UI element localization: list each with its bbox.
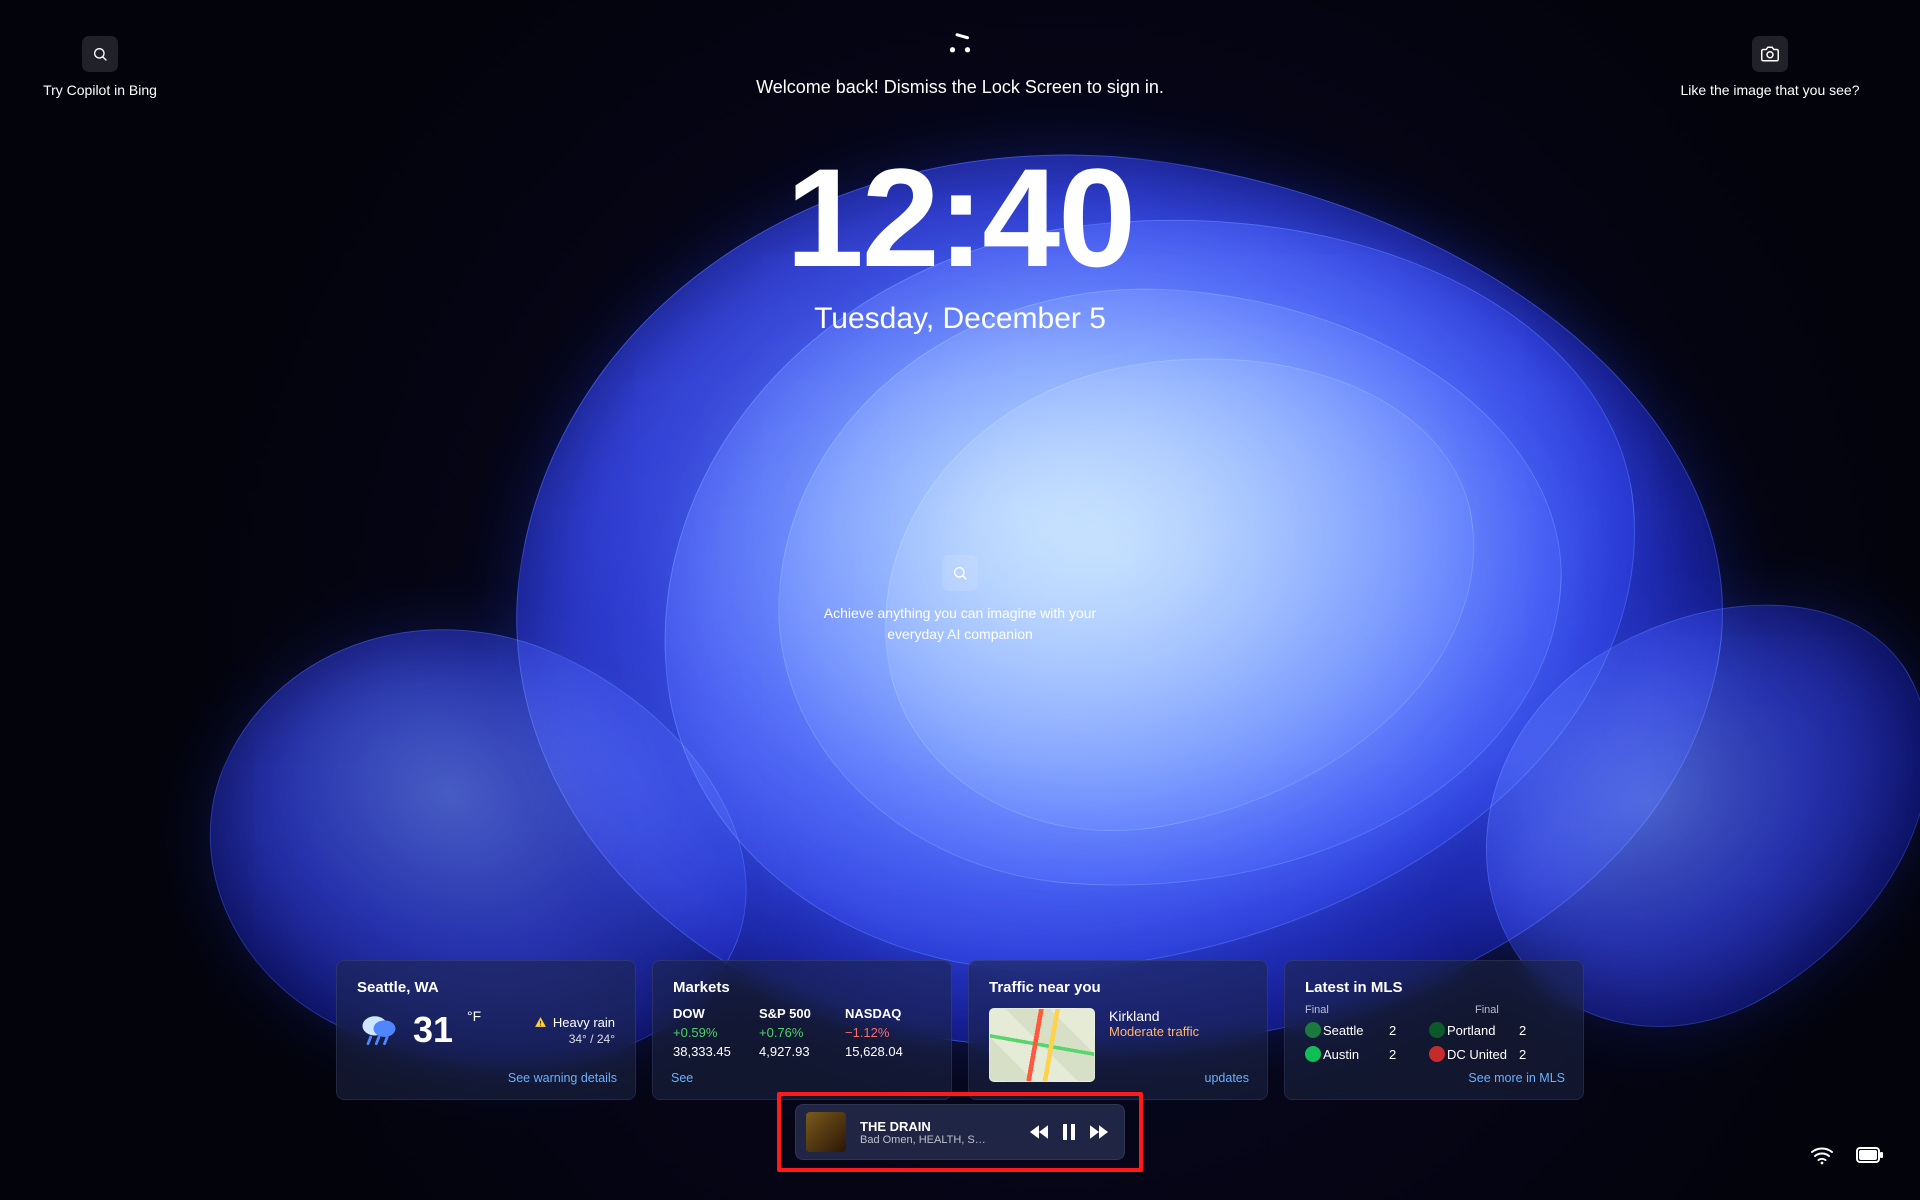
markets-val: 38,333.45 bbox=[673, 1044, 759, 1059]
camera-icon bbox=[1752, 36, 1788, 72]
weather-temp: 31 bbox=[413, 1009, 453, 1051]
team-score: 2 bbox=[1389, 1047, 1403, 1062]
clock-time: 12:40 bbox=[0, 148, 1920, 288]
track-title: THE DRAIN bbox=[860, 1119, 1016, 1134]
center-search[interactable]: Achieve anything you can imagine with yo… bbox=[0, 555, 1920, 645]
pause-button[interactable] bbox=[1062, 1124, 1076, 1140]
weather-details-link[interactable]: See warning details bbox=[508, 1071, 617, 1085]
clock-date: Tuesday, December 5 bbox=[0, 302, 1920, 336]
warning-icon bbox=[534, 1016, 547, 1032]
markets-title: Markets bbox=[673, 979, 931, 996]
traffic-location: Kirkland bbox=[1109, 1008, 1199, 1024]
team-crest-icon bbox=[1305, 1046, 1321, 1062]
mls-final-label: Final bbox=[1305, 1004, 1405, 1016]
weather-location: Seattle, WA bbox=[357, 979, 615, 996]
search-icon bbox=[942, 555, 978, 591]
mls-final-label: Final bbox=[1475, 1004, 1499, 1016]
markets-link[interactable]: See bbox=[671, 1071, 693, 1085]
markets-pct: +0.76% bbox=[759, 1025, 845, 1040]
team-score: 2 bbox=[1389, 1023, 1403, 1038]
next-button[interactable] bbox=[1090, 1125, 1108, 1139]
traffic-map-thumb bbox=[989, 1008, 1095, 1082]
battery-icon[interactable] bbox=[1856, 1147, 1884, 1168]
welcome-text: Welcome back! Dismiss the Lock Screen to… bbox=[0, 77, 1920, 98]
markets-col: NASDAQ bbox=[845, 1006, 931, 1021]
rain-icon bbox=[357, 1008, 401, 1052]
wifi-icon[interactable] bbox=[1810, 1145, 1834, 1170]
traffic-link[interactable]: updates bbox=[1205, 1071, 1249, 1085]
weather-condition: Heavy rain bbox=[553, 1015, 615, 1030]
album-art bbox=[806, 1112, 846, 1152]
mls-card[interactable]: Latest in MLS Final Final Seattle2Portla… bbox=[1284, 960, 1584, 1100]
team-name: DC United bbox=[1447, 1047, 1519, 1062]
markets-val: 4,927.93 bbox=[759, 1044, 845, 1059]
markets-col: DOW bbox=[673, 1006, 759, 1021]
team-name: Austin bbox=[1323, 1047, 1389, 1062]
team-crest-icon bbox=[1429, 1022, 1445, 1038]
markets-col: S&P 500 bbox=[759, 1006, 845, 1021]
previous-button[interactable] bbox=[1030, 1125, 1048, 1139]
wallpaper-feedback[interactable]: Like the image that you see? bbox=[1660, 36, 1880, 98]
traffic-title: Traffic near you bbox=[989, 979, 1247, 996]
media-player[interactable]: THE DRAIN Bad Omen, HEALTH, S… bbox=[795, 1104, 1125, 1160]
team-name: Seattle bbox=[1323, 1023, 1389, 1038]
traffic-card[interactable]: Traffic near you Kirkland Moderate traff… bbox=[968, 960, 1268, 1100]
traffic-status: Moderate traffic bbox=[1109, 1024, 1199, 1039]
team-crest-icon bbox=[1429, 1046, 1445, 1062]
weather-card[interactable]: Seattle, WA 31 °F Heavy rain 34° / 24° bbox=[336, 960, 636, 1100]
team-name: Portland bbox=[1447, 1023, 1519, 1038]
team-crest-icon bbox=[1305, 1022, 1321, 1038]
weather-unit: °F bbox=[467, 1008, 481, 1024]
team-score: 2 bbox=[1519, 1023, 1533, 1038]
mls-link[interactable]: See more in MLS bbox=[1468, 1071, 1565, 1085]
wallpaper-feedback-label: Like the image that you see? bbox=[1660, 82, 1880, 98]
markets-card[interactable]: Markets DOW S&P 500 NASDAQ +0.59% +0.76%… bbox=[652, 960, 952, 1100]
team-score: 2 bbox=[1519, 1047, 1533, 1062]
wink-icon bbox=[942, 30, 978, 61]
mls-title: Latest in MLS bbox=[1305, 979, 1563, 996]
track-subtitle: Bad Omen, HEALTH, S… bbox=[860, 1134, 1016, 1146]
center-search-line1: Achieve anything you can imagine with yo… bbox=[824, 605, 1096, 621]
media-highlight: THE DRAIN Bad Omen, HEALTH, S… bbox=[777, 1092, 1143, 1172]
markets-pct: −1.12% bbox=[845, 1025, 931, 1040]
markets-pct: +0.59% bbox=[673, 1025, 759, 1040]
markets-val: 15,628.04 bbox=[845, 1044, 931, 1059]
center-search-line2: everyday AI companion bbox=[887, 626, 1033, 642]
weather-hi-lo: 34° / 24° bbox=[534, 1032, 615, 1046]
